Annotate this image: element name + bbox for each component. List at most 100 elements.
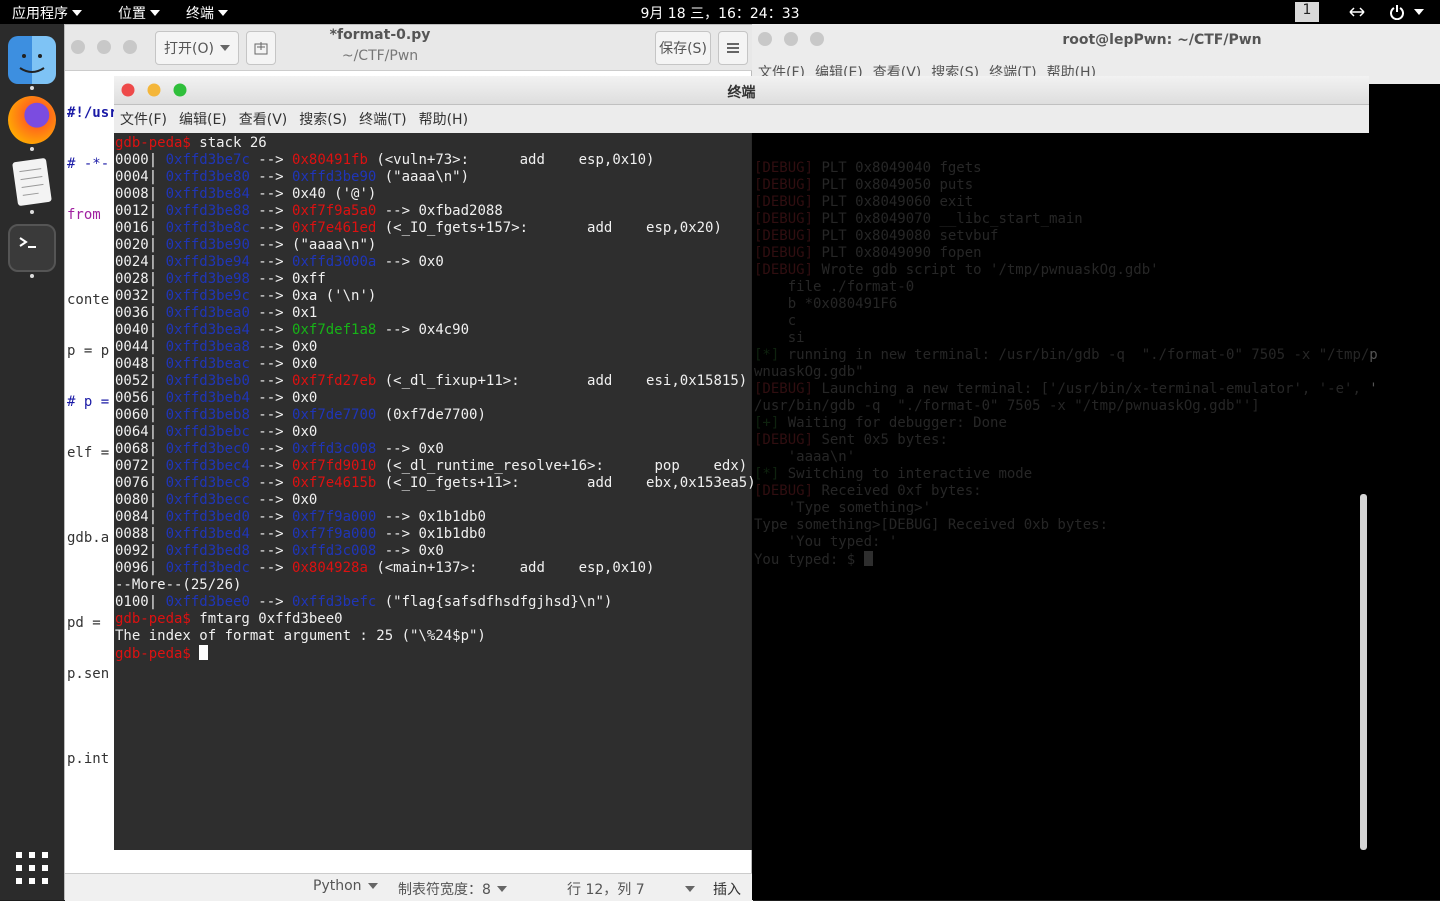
gdb-prompt: gdb-peda$	[115, 135, 191, 151]
stack-address: 0xffd3beb0	[157, 373, 250, 389]
stack-deref: ("aaaa\n")	[376, 169, 470, 185]
code-line: #!/usr	[67, 105, 118, 121]
scrollbar[interactable]	[1360, 494, 1367, 850]
stack-address: 0xffd3be9c	[157, 288, 250, 304]
arrow: -->	[249, 594, 293, 610]
finder-icon[interactable]	[8, 36, 56, 84]
gdb-output[interactable]: gdb-peda$ stack 26 0000| 0xffd3be7c --> 0…	[115, 135, 756, 663]
stack-deref: --> 0xfbad2088	[376, 203, 503, 219]
stack-address: 0xffd3be90	[157, 237, 250, 253]
stack-deref: ("aaaa\n")	[292, 237, 377, 253]
arrow: -->	[249, 152, 293, 168]
stack-value: 0xf7e461ed	[292, 220, 377, 236]
text-editor-icon[interactable]	[12, 157, 52, 207]
gdb-command: stack 26	[190, 135, 267, 151]
insert-mode-label: 插入	[713, 882, 741, 898]
gedit-headerbar: 打开(O) *format-0.py ~/CTF/Pwn 保存(S)	[65, 25, 753, 71]
stack-address: 0xffd3be88	[157, 203, 250, 219]
system-menu-chevron-icon[interactable]	[1414, 9, 1424, 15]
new-tab-button[interactable]	[246, 31, 276, 65]
minimize-button[interactable]	[784, 32, 798, 46]
close-button[interactable]	[758, 32, 772, 46]
chevron-down-icon	[72, 10, 82, 16]
power-icon[interactable]	[1390, 4, 1404, 20]
arrow: -->	[249, 220, 293, 236]
stack-row: 0020| 0xffd3be90 --> ("aaaa\n")	[115, 237, 756, 254]
terminal-app-menu[interactable]: 终端	[186, 3, 228, 23]
window-title: root@lepPwn: ~/CTF/Pwn	[1062, 32, 1262, 48]
stack-address: 0xffd3be94	[157, 254, 250, 270]
stack-address: 0xffd3bea8	[157, 339, 250, 355]
stack-value: 0xf7fd27eb	[292, 373, 377, 389]
arrow: -->	[249, 203, 293, 219]
menu-file[interactable]: 文件(F)	[120, 109, 167, 129]
code-editor[interactable]: #!/usr # -*- from conte p = p # p = elf …	[67, 71, 118, 802]
language-selector[interactable]: Python	[313, 878, 378, 894]
stack-deref: 0x0	[292, 424, 318, 440]
terminal-viewport-transparent[interactable]	[752, 133, 1369, 850]
stack-deref: --> 0x1b1db0	[376, 509, 486, 525]
hamburger-menu-button[interactable]	[718, 31, 748, 65]
menu-view[interactable]: 查看(V)	[239, 109, 288, 129]
tab-width-selector[interactable]: 制表符宽度：8	[398, 879, 507, 899]
arrow: -->	[249, 458, 293, 474]
arrow: -->	[249, 288, 293, 304]
stack-offset: 0004|	[115, 169, 158, 185]
arrow: -->	[249, 271, 293, 287]
code-line: from	[67, 207, 110, 223]
minimize-button[interactable]	[97, 40, 111, 54]
menu-search[interactable]: 搜索(S)	[299, 109, 347, 129]
places-menu[interactable]: 位置	[118, 3, 160, 23]
stack-offset: 0068|	[115, 441, 158, 457]
stack-offset: 0100|	[115, 594, 158, 610]
save-button[interactable]: 保存(S)	[655, 31, 711, 65]
stack-offset: 0064|	[115, 424, 158, 440]
maximize-button[interactable]	[123, 40, 137, 54]
firefox-icon[interactable]	[8, 96, 56, 144]
network-icon[interactable]	[1348, 5, 1366, 19]
terminal-line: gdb-peda$ fmtarg 0xffd3bee0	[115, 611, 756, 628]
dock	[0, 24, 64, 900]
stack-address: 0xffd3be7c	[157, 152, 250, 168]
stack-row: 0076| 0xffd3bec8 --> 0xf7e4615b (<_IO_fg…	[115, 475, 756, 492]
terminal-line: gdb-peda$ stack 26	[115, 135, 756, 152]
gedit-statusbar: Python 制表符宽度：8 行 12，列 7 插入	[65, 873, 753, 901]
arrow: -->	[249, 424, 293, 440]
arrow: -->	[249, 373, 293, 389]
arrow: -->	[249, 237, 293, 253]
applications-menu[interactable]: 应用程序	[12, 3, 82, 23]
terminal-line: The index of format argument : 25 ("\%24…	[115, 628, 756, 645]
cursor-position-label: 行 12，列 7	[567, 882, 645, 898]
cursor-position-selector[interactable]: 行 12，列 7	[567, 879, 695, 899]
close-button[interactable]	[71, 40, 85, 54]
stack-row: 0056| 0xffd3beb4 --> 0x0	[115, 390, 756, 407]
terminal-headerbar: root@lepPwn: ~/CTF/Pwn 文件(F) 编辑(E) 查看(V)…	[752, 24, 1440, 84]
stack-row: 0080| 0xffd3becc --> 0x0	[115, 492, 756, 509]
open-button[interactable]: 打开(O)	[155, 31, 239, 65]
more-prompt: --More--(25/26)	[115, 577, 242, 593]
arrow: -->	[249, 356, 293, 372]
stack-row: 0012| 0xffd3be88 --> 0xf7f9a5a0 --> 0xfb…	[115, 203, 756, 220]
stack-value: 0xf7fd9010	[292, 458, 377, 474]
workspace-indicator[interactable]: 1	[1295, 2, 1319, 22]
stack-deref: 0xff	[292, 271, 326, 287]
stack-address: 0xffd3bec0	[157, 441, 250, 457]
code-line: pd =	[67, 615, 110, 631]
menu-edit[interactable]: 编辑(E)	[179, 109, 227, 129]
arrow: -->	[249, 339, 293, 355]
chevron-down-icon	[219, 45, 230, 51]
top-bar: 应用程序 位置 终端 9月 18 三，16：24：33 1	[0, 0, 1440, 24]
stack-offset: 0056|	[115, 390, 158, 406]
show-apps-grid-icon[interactable]	[16, 852, 48, 884]
places-label: 位置	[118, 6, 146, 22]
arrow: -->	[249, 492, 293, 508]
stack-row: 0000| 0xffd3be7c --> 0x80491fb (<vuln+73…	[115, 152, 756, 169]
terminal-icon[interactable]	[8, 224, 56, 272]
window-title: 终端	[727, 85, 756, 101]
arrow: -->	[249, 560, 293, 576]
menu-help[interactable]: 帮助(H)	[419, 109, 468, 129]
code-line: # -*-	[67, 156, 110, 172]
menu-terminal[interactable]: 终端(T)	[359, 109, 406, 129]
maximize-button[interactable]	[810, 32, 824, 46]
